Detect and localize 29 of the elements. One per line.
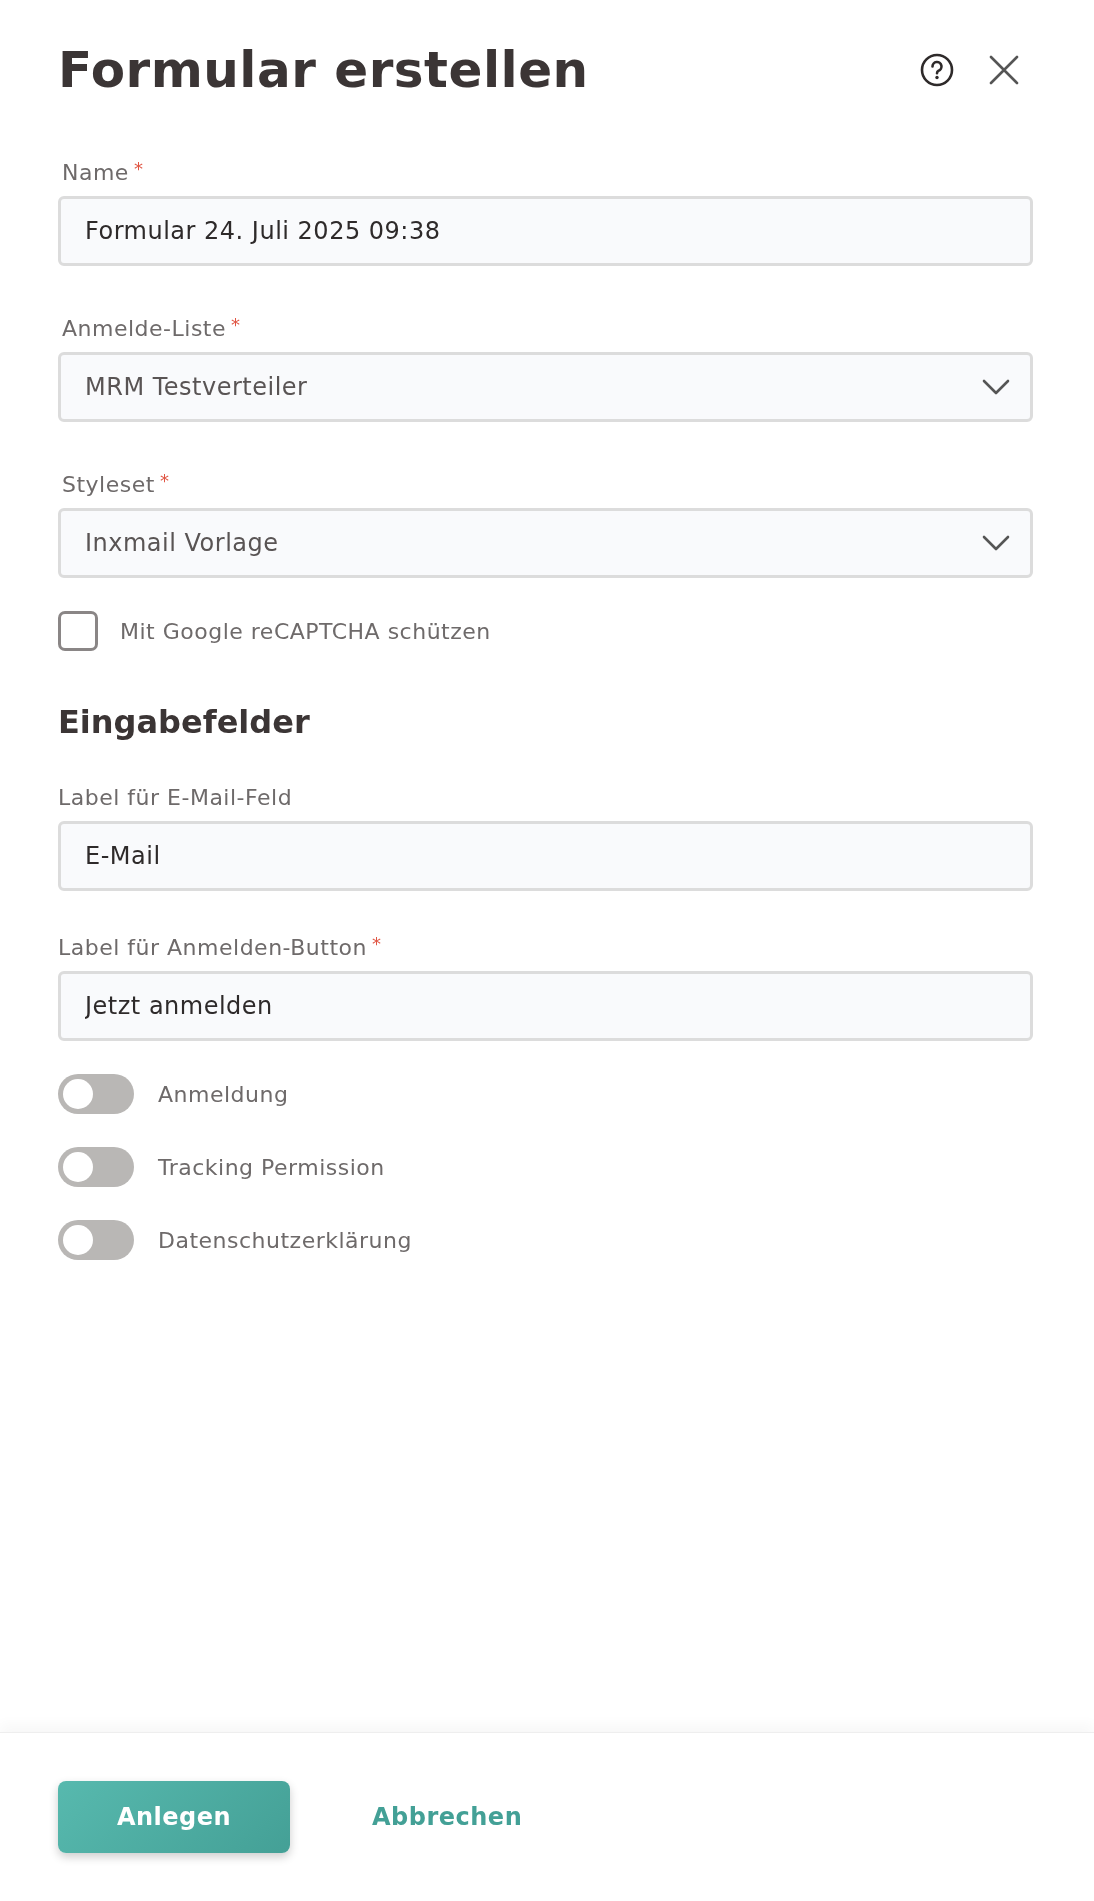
help-icon[interactable] (919, 52, 955, 88)
toggle-label: Tracking Permission (158, 1154, 385, 1180)
input-field[interactable]: Formular 24. Juli 2025 09:38 (58, 196, 1033, 266)
checkbox[interactable] (58, 611, 98, 651)
required-mark: * (159, 472, 169, 490)
input-field[interactable]: E-Mail (58, 821, 1033, 891)
checkbox-label: Mit Google reCAPTCHA schützen (120, 618, 491, 644)
toggle-label: Datenschutzerklärung (158, 1227, 412, 1253)
dropdown-value: MRM Testverteiler (85, 373, 308, 401)
required-mark: * (133, 160, 143, 178)
field-label: Name (62, 160, 129, 185)
chevron-down-icon (982, 535, 1010, 551)
toggle-switch[interactable] (58, 1220, 134, 1260)
dropdown-field[interactable]: Inxmail Vorlage (58, 508, 1033, 578)
required-mark: * (231, 316, 240, 334)
field-label: Label für Anmelden-Button (58, 935, 367, 960)
dialog-title: Formular erstellen (58, 41, 590, 99)
chevron-down-icon (982, 379, 1010, 395)
toggle-label: Anmeldung (158, 1081, 289, 1107)
section-title: Eingabefelder (58, 703, 311, 741)
toggle-switch[interactable] (58, 1147, 134, 1187)
toggle-switch[interactable] (58, 1074, 134, 1114)
field-label: Styleset (62, 472, 155, 497)
dropdown-value: Inxmail Vorlage (85, 529, 279, 557)
close-icon[interactable] (989, 55, 1019, 85)
field-label: Anmelde-Liste (62, 316, 226, 341)
required-mark: * (371, 935, 381, 953)
field-label: Label für E-Mail-Feld (58, 785, 293, 810)
dropdown-field[interactable]: MRM Testverteiler (58, 352, 1033, 422)
